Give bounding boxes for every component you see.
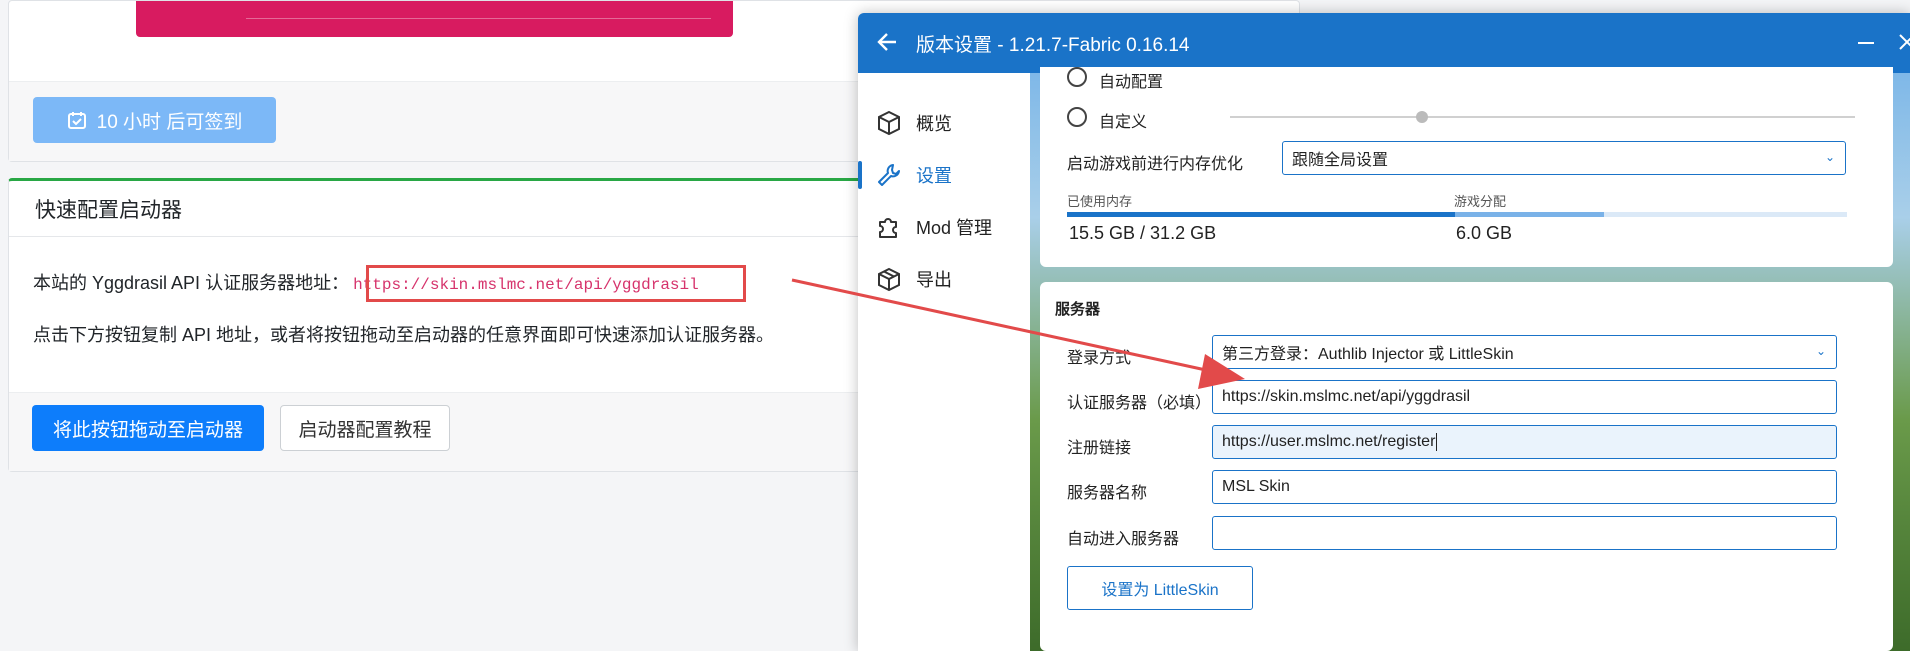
annotation-arrow <box>791 278 1245 389</box>
